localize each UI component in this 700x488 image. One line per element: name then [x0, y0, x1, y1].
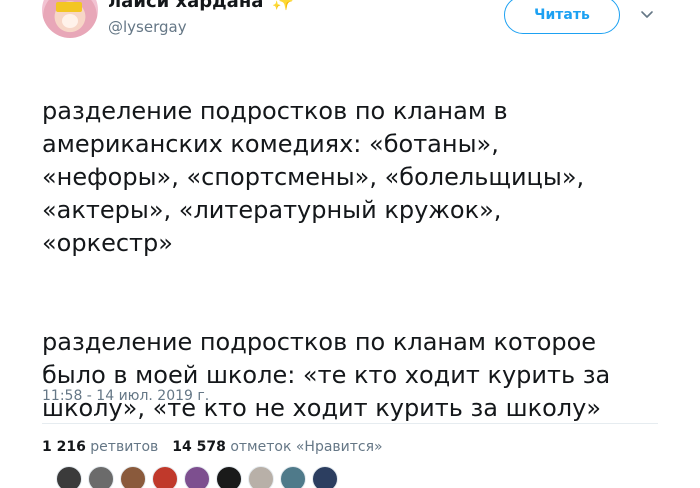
face-image	[62, 14, 78, 28]
author-handle[interactable]: @lysergay	[108, 18, 187, 36]
like-label: отметок «Нравится»	[230, 439, 383, 455]
like-count: 14 578	[172, 439, 226, 455]
tweet-stats: 1 216 ретвитов 14 578 отметок «Нравится»	[42, 439, 383, 455]
avatar[interactable]	[42, 0, 98, 38]
likes-stat[interactable]: 14 578 отметок «Нравится»	[172, 439, 382, 455]
follow-button[interactable]: Читать	[504, 0, 620, 34]
liker-avatar[interactable]	[312, 466, 338, 488]
crown-icon	[56, 2, 82, 12]
retweets-stat[interactable]: 1 216 ретвитов	[42, 439, 158, 455]
retweet-label: ретвитов	[90, 439, 159, 455]
retweet-count: 1 216	[42, 439, 86, 455]
liker-avatars	[56, 466, 338, 488]
divider	[42, 423, 658, 424]
liker-avatar[interactable]	[216, 466, 242, 488]
chevron-down-icon[interactable]	[640, 8, 654, 22]
sparkles-icon: ✨	[271, 0, 295, 12]
liker-avatar[interactable]	[248, 466, 274, 488]
liker-avatar[interactable]	[56, 466, 82, 488]
tweet-paragraph: разделение подростков по кланам в америк…	[42, 97, 585, 257]
liker-avatar[interactable]	[184, 466, 210, 488]
liker-avatar[interactable]	[152, 466, 178, 488]
tweet-card: лайси хардана ✨ @lysergay Читать разделе…	[0, 0, 700, 488]
author-name-line[interactable]: лайси хардана ✨	[108, 0, 294, 12]
tweet-paragraph: разделение подростков по кланам которое …	[42, 328, 611, 422]
liker-avatar[interactable]	[120, 466, 146, 488]
tweet-timestamp[interactable]: 11:58 - 14 июл. 2019 г.	[42, 388, 209, 404]
liker-avatar[interactable]	[280, 466, 306, 488]
liker-avatar[interactable]	[88, 466, 114, 488]
author-display-name[interactable]: лайси хардана	[108, 0, 263, 12]
